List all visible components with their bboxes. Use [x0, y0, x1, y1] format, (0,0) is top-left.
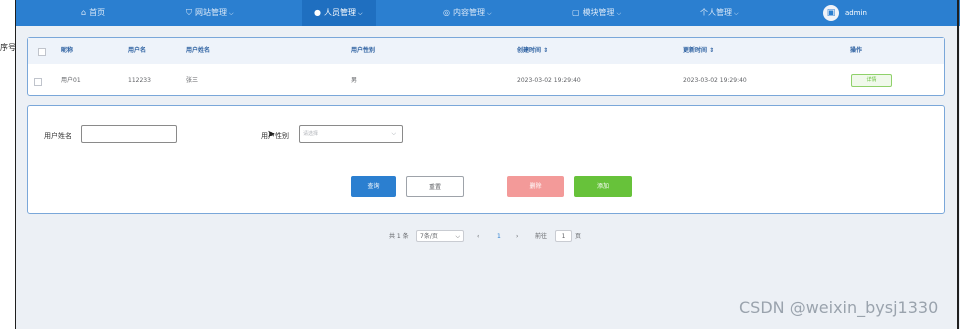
watermark: CSDN @weixin_bysj1330: [739, 298, 939, 317]
nav-item-personal[interactable]: 个人管理 ⌵: [700, 0, 739, 26]
cell-nickname: 用户01: [61, 77, 81, 84]
chevron-down-icon: ⌵: [391, 130, 396, 137]
chevron-down-icon: ⌵: [616, 10, 622, 17]
name-input[interactable]: [81, 125, 177, 143]
col-realname: 用户姓名: [186, 47, 211, 54]
col-username: 用户名: [128, 47, 147, 54]
user-icon: ●: [314, 8, 321, 17]
col-nickname: 昵称: [61, 47, 74, 54]
nav-label: 网站管理: [195, 8, 227, 17]
gender-select[interactable]: 请选择 ⌵: [299, 125, 403, 143]
page-size-select[interactable]: 7条/页 ⌵: [416, 230, 464, 242]
col-action: 操作: [850, 47, 863, 54]
top-nav: ⌂ 首页 ⛉ 网站管理 ⌵ ● 人员管理 ⌵ ◎ 内容管理 ⌵ ▢ 模块管理 ⌵ 个人管理 ⌵ ▣ …: [16, 0, 960, 26]
name-label: 用户姓名: [44, 132, 72, 140]
chat-icon: ◎: [443, 8, 450, 17]
nav-item-content[interactable]: ◎ 内容管理 ⌵: [443, 0, 492, 26]
goto-page-input[interactable]: 1: [555, 230, 572, 242]
cell-username: 112233: [128, 77, 151, 84]
nav-label: 个人管理: [700, 8, 732, 17]
user-table: 昵称 用户名 用户姓名 用户性别 创建时间 ⇕ 更新时间 ⇕ 操作 用户01 1…: [27, 37, 945, 96]
chevron-down-icon: ⌵: [486, 10, 492, 17]
nav-label: 模块管理: [582, 8, 615, 17]
edge-label: 序号: [0, 43, 16, 52]
col-created-sortable[interactable]: 创建时间 ⇕: [517, 38, 548, 64]
nav-label: 内容管理: [452, 8, 485, 17]
cell-realname: 张三: [186, 77, 199, 84]
chevron-down-icon: ⌵: [357, 10, 363, 17]
detail-button[interactable]: 详情: [851, 74, 892, 87]
row-checkbox[interactable]: [34, 78, 42, 86]
avatar[interactable]: ▣: [823, 5, 839, 21]
nav-item-site[interactable]: ⛉ 网站管理 ⌵: [186, 0, 234, 26]
select-all-checkbox[interactable]: [38, 48, 46, 56]
cart-icon: ⛉: [186, 8, 192, 17]
username-label[interactable]: admin: [845, 0, 867, 26]
right-border: [957, 0, 959, 329]
col-updated-sortable[interactable]: 更新时间 ⇕: [683, 38, 714, 64]
cell-created: 2023-03-02 19:29:40: [517, 77, 581, 84]
page-size-value: 7条/页: [420, 233, 438, 240]
chevron-down-icon: ⌵: [229, 10, 234, 17]
nav-item-home[interactable]: ⌂ 首页: [81, 0, 105, 26]
query-button[interactable]: 查询: [351, 176, 396, 197]
home-icon: ⌂: [81, 8, 87, 17]
next-page-icon[interactable]: ›: [516, 230, 518, 244]
table-header: 昵称 用户名 用户姓名 用户性别 创建时间 ⇕ 更新时间 ⇕ 操作: [28, 38, 944, 64]
app-frame: ⌂ 首页 ⛉ 网站管理 ⌵ ● 人员管理 ⌵ ◎ 内容管理 ⌵ ▢ 模块管理 ⌵ 个人管理 ⌵ ▣ …: [16, 0, 960, 329]
nav-item-users[interactable]: ● 人员管理 ⌵: [302, 0, 376, 26]
nav-label: 首页: [89, 8, 106, 17]
total-count: 共 1 条: [389, 233, 409, 240]
cell-gender: 男: [351, 77, 358, 84]
nav-item-modules[interactable]: ▢ 模块管理 ⌵: [572, 0, 621, 26]
box-icon: ▢: [572, 8, 580, 17]
cell-updated: 2023-03-02 19:29:40: [683, 77, 747, 84]
table-row: 用户01 112233 张三 男 2023-03-02 19:29:40 202…: [28, 69, 944, 93]
col-gender: 用户性别: [351, 47, 376, 54]
prev-page-icon[interactable]: ‹: [477, 230, 479, 244]
delete-button[interactable]: 删除: [507, 176, 564, 197]
page-number-current[interactable]: 1: [497, 230, 501, 244]
search-form: 用户姓名 用户性别 请选择 ⌵ 查询 重置 删除 添加: [27, 105, 945, 214]
nav-label: 人员管理: [323, 8, 356, 17]
reset-button[interactable]: 重置: [406, 176, 464, 197]
pagination: 共 1 条 7条/页 ⌵ ‹ 1 › 前往 1 页: [16, 230, 960, 244]
add-button[interactable]: 添加: [574, 176, 632, 197]
page-suffix: 页: [575, 233, 582, 240]
mouse-cursor-icon: ➤: [267, 129, 276, 140]
goto-label: 前往: [535, 233, 548, 240]
chevron-down-icon: ⌵: [455, 233, 460, 240]
gender-placeholder: 请选择: [303, 131, 319, 137]
chevron-down-icon: ⌵: [734, 10, 739, 17]
